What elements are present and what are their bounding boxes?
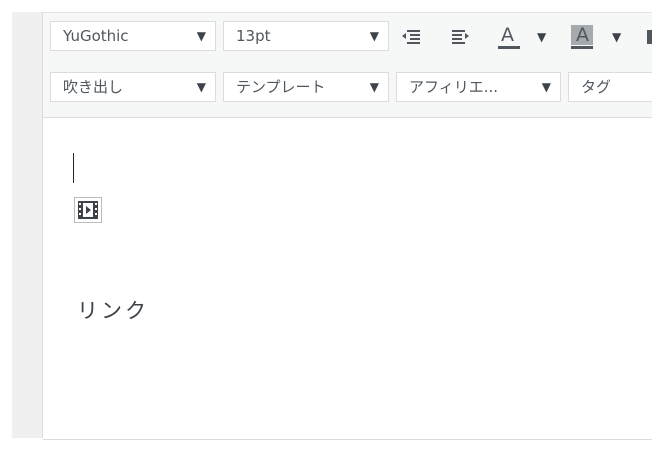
template-select-value: テンプレート bbox=[236, 78, 326, 96]
font-family-select[interactable]: YuGothic ▼ bbox=[50, 21, 216, 51]
chevron-down-icon: ▼ bbox=[196, 29, 206, 43]
indent-icon[interactable] bbox=[447, 24, 473, 50]
video-embed-icon[interactable] bbox=[74, 197, 102, 223]
chevron-down-icon: ▼ bbox=[541, 80, 551, 94]
balloon-select-value: 吹き出し bbox=[63, 78, 124, 96]
classic-editor: YuGothic ▼ 13pt ▼ A ▼ A ▼ 吹き出し ▼ テンプレート … bbox=[43, 12, 652, 440]
affiliate-select-value: アフィリエ... bbox=[409, 78, 499, 96]
font-family-value: YuGothic bbox=[63, 27, 129, 45]
font-size-select[interactable]: 13pt ▼ bbox=[223, 21, 389, 51]
background-color-icon[interactable]: A bbox=[568, 24, 596, 50]
more-tools-icon[interactable] bbox=[645, 24, 652, 50]
chevron-down-icon: ▼ bbox=[196, 80, 206, 94]
tag-select[interactable]: タグ bbox=[568, 72, 652, 102]
link-text[interactable]: リンク bbox=[77, 295, 149, 325]
text-color-dropdown-icon[interactable]: ▼ bbox=[537, 24, 546, 50]
tag-select-value: タグ bbox=[581, 78, 612, 96]
text-color-icon[interactable]: A bbox=[495, 24, 523, 50]
template-select[interactable]: テンプレート ▼ bbox=[223, 72, 389, 102]
chevron-down-icon: ▼ bbox=[369, 29, 379, 43]
chevron-down-icon: ▼ bbox=[369, 80, 379, 94]
outdent-icon[interactable] bbox=[398, 24, 424, 50]
background-color-letter: A bbox=[576, 24, 589, 46]
editor-content[interactable]: リンク bbox=[43, 118, 652, 439]
font-size-value: 13pt bbox=[236, 27, 271, 45]
balloon-select[interactable]: 吹き出し ▼ bbox=[50, 72, 216, 102]
background-color-dropdown-icon[interactable]: ▼ bbox=[612, 24, 621, 50]
affiliate-select[interactable]: アフィリエ... ▼ bbox=[396, 72, 561, 102]
text-cursor bbox=[73, 153, 74, 183]
editor-toolbar: YuGothic ▼ 13pt ▼ A ▼ A ▼ 吹き出し ▼ テンプレート … bbox=[43, 13, 652, 118]
editor-window: YuGothic ▼ 13pt ▼ A ▼ A ▼ 吹き出し ▼ テンプレート … bbox=[0, 0, 664, 451]
left-gutter bbox=[12, 12, 43, 438]
